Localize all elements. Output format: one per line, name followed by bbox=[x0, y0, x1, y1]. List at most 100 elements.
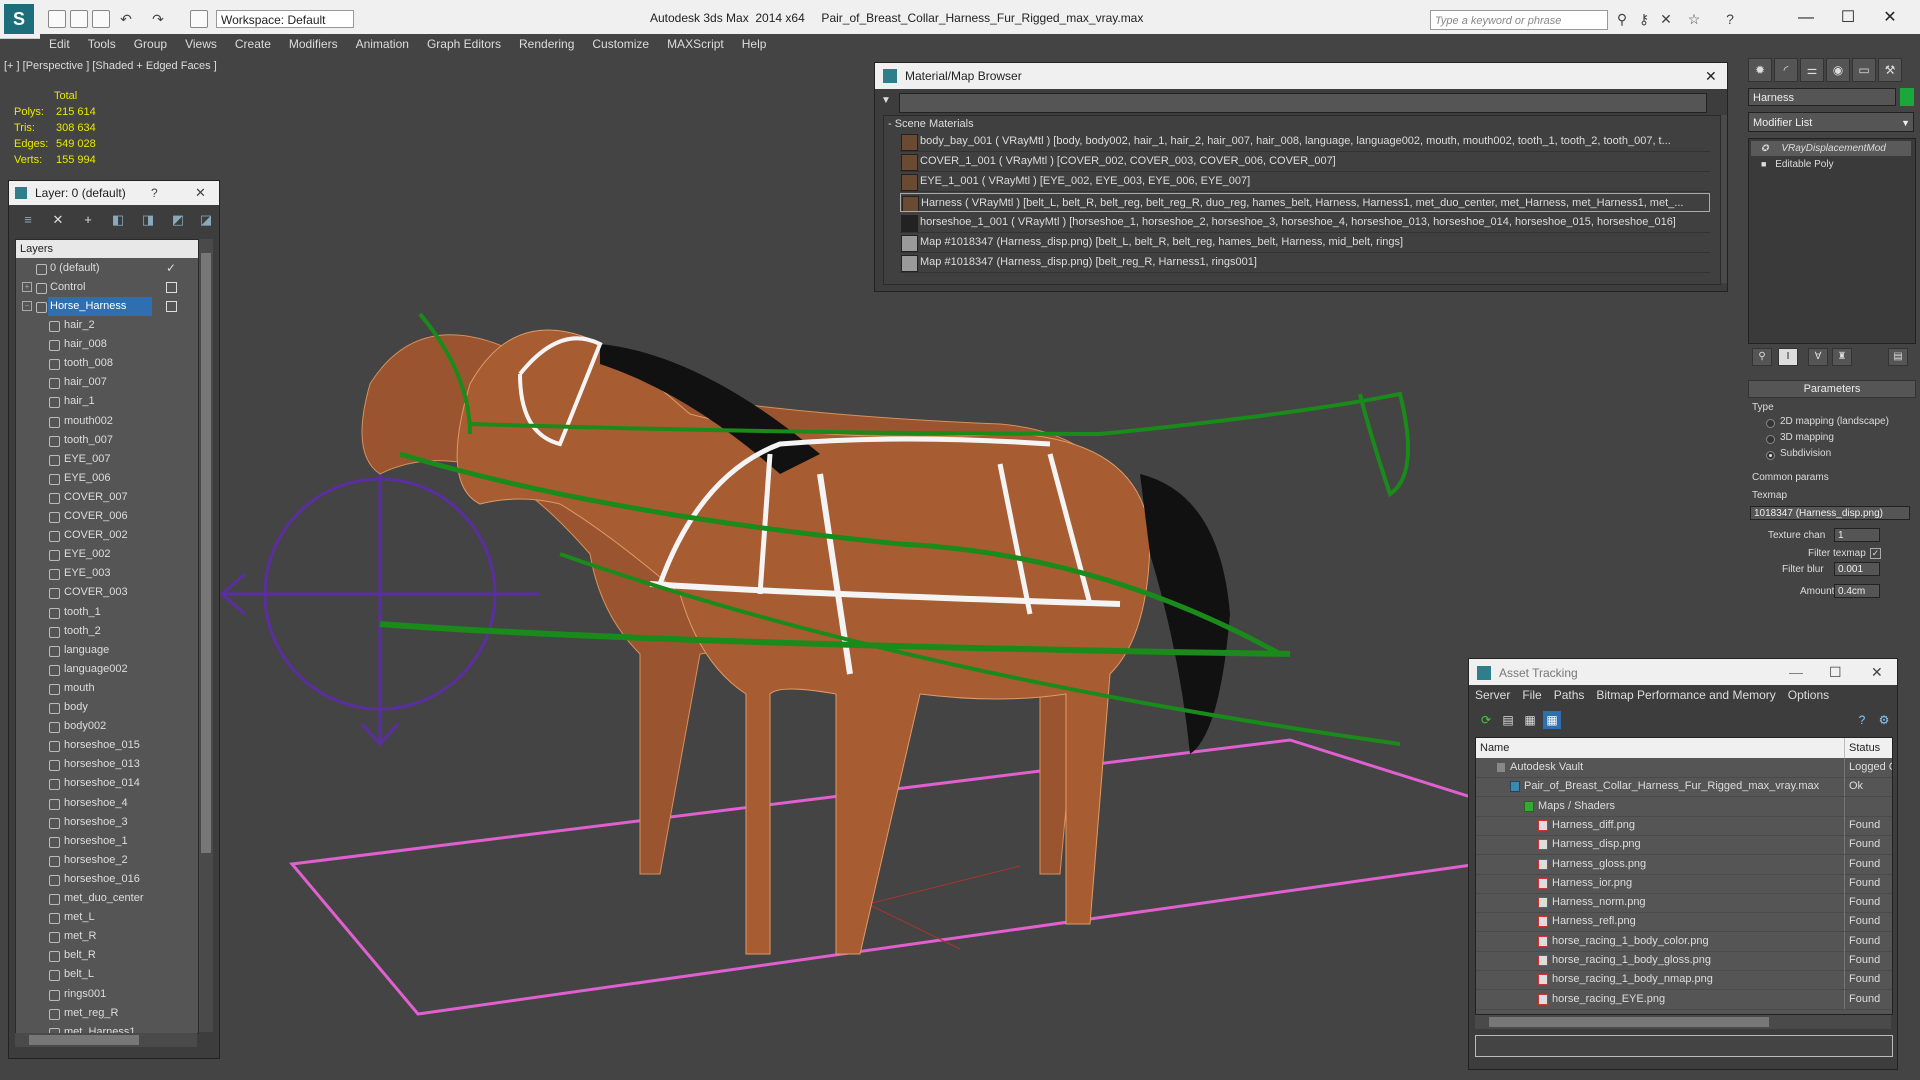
project-folder-icon[interactable] bbox=[190, 10, 208, 28]
layer-object-row[interactable]: EYE_007 bbox=[16, 450, 198, 469]
asset-menu-server[interactable]: Server bbox=[1469, 685, 1516, 705]
layer-object-row[interactable]: tooth_2 bbox=[16, 622, 198, 641]
material-search-input[interactable] bbox=[899, 93, 1707, 113]
app-logo-icon[interactable]: S bbox=[4, 4, 34, 34]
layer-active-box[interactable] bbox=[166, 282, 177, 293]
maximize-button[interactable]: ☐ bbox=[1828, 6, 1868, 30]
layer-row-horse-harness[interactable]: − Horse_Harness bbox=[16, 297, 198, 316]
layer-active-box[interactable] bbox=[166, 301, 177, 312]
column-name[interactable]: Name bbox=[1480, 738, 1509, 758]
object-name-field[interactable]: Harness bbox=[1748, 88, 1896, 106]
material-row[interactable]: Map #1018347 (Harness_disp.png) [belt_re… bbox=[900, 253, 1710, 274]
create-tab-icon[interactable]: ✹ bbox=[1748, 58, 1772, 82]
layer-object-row[interactable]: EYE_002 bbox=[16, 545, 198, 564]
asset-row[interactable]: Autodesk Vault Logged Out bbox=[1476, 758, 1892, 778]
minimize-button[interactable]: — bbox=[1786, 6, 1826, 30]
filter-texmap-checkbox[interactable]: ✓ bbox=[1870, 548, 1881, 559]
layer-object-row[interactable]: met_L bbox=[16, 908, 198, 927]
layer-object-row[interactable]: hair_1 bbox=[16, 392, 198, 411]
remove-modifier-icon[interactable]: ♜ bbox=[1832, 348, 1852, 366]
favorites-icon[interactable]: ☆ bbox=[1686, 11, 1702, 27]
scrollbar-thumb[interactable] bbox=[1489, 1017, 1769, 1027]
asset-row[interactable]: horse_racing_1_body_nmap.png Found bbox=[1476, 970, 1892, 991]
layer-object-row[interactable]: body bbox=[16, 698, 198, 717]
filter-blur-spinner[interactable]: 0.001 bbox=[1834, 562, 1880, 576]
undo-icon[interactable]: ↶ bbox=[118, 11, 134, 27]
asset-row[interactable]: Pair_of_Breast_Collar_Harness_Fur_Rigged… bbox=[1476, 777, 1892, 798]
close-button[interactable]: ✕ bbox=[1870, 6, 1910, 30]
layer-object-row[interactable]: met_R bbox=[16, 927, 198, 946]
asset-row[interactable]: Harness_ior.png Found bbox=[1476, 873, 1892, 894]
menu-help[interactable]: Help bbox=[733, 34, 776, 54]
add-to-layer-icon[interactable]: + bbox=[79, 211, 97, 229]
layer-object-row[interactable]: met_duo_center bbox=[16, 889, 198, 908]
texmap-button[interactable]: 1018347 (Harness_disp.png) bbox=[1750, 506, 1910, 520]
asset-row[interactable]: horse_racing_1_body_color.png Found bbox=[1476, 931, 1892, 952]
asset-close-button[interactable]: ✕ bbox=[1871, 664, 1883, 681]
menu-tools[interactable]: Tools bbox=[79, 34, 125, 54]
help-icon[interactable]: ? bbox=[1722, 11, 1738, 27]
asset-row[interactable]: Harness_refl.png Found bbox=[1476, 912, 1892, 933]
browser-options-icon[interactable]: ▼ bbox=[881, 95, 891, 106]
layer-object-row[interactable]: met_reg_R bbox=[16, 1004, 198, 1023]
layer-object-row[interactable]: horseshoe_4 bbox=[16, 794, 198, 813]
asset-tracking-header[interactable]: Asset Tracking — ☐ ✕ bbox=[1469, 659, 1897, 685]
asset-row[interactable]: horse_racing_1_body_gloss.png Found bbox=[1476, 951, 1892, 971]
layer-object-row[interactable]: horseshoe_2 bbox=[16, 851, 198, 870]
layers-vertical-scrollbar[interactable] bbox=[199, 239, 213, 1032]
asset-row[interactable]: horse_racing_EYE.png Found bbox=[1476, 989, 1892, 1010]
new-layer-icon[interactable]: ≡ bbox=[19, 211, 37, 229]
select-objects-icon[interactable]: ◧ bbox=[109, 211, 127, 229]
modify-tab-icon[interactable]: ◜ bbox=[1774, 58, 1798, 82]
menu-maxscript[interactable]: MAXScript bbox=[658, 34, 733, 54]
asset-menu-bitmap-performance[interactable]: Bitmap Performance and Memory bbox=[1590, 685, 1781, 705]
save-file-icon[interactable] bbox=[92, 10, 110, 28]
layer-object-row[interactable]: tooth_1 bbox=[16, 603, 198, 622]
layer-object-row[interactable]: mouth bbox=[16, 679, 198, 698]
asset-menu-file[interactable]: File bbox=[1516, 685, 1547, 705]
layer-object-row[interactable]: horseshoe_3 bbox=[16, 813, 198, 832]
asset-row[interactable]: Harness_gloss.png Found bbox=[1476, 854, 1892, 875]
layer-object-row[interactable]: COVER_003 bbox=[16, 583, 198, 602]
asset-settings-icon[interactable]: ⚙ bbox=[1875, 711, 1893, 729]
texture-chan-spinner[interactable]: 1 bbox=[1834, 528, 1880, 542]
freeze-all-icon[interactable]: ◪ bbox=[197, 211, 215, 229]
asset-help-icon[interactable]: ? bbox=[1853, 711, 1871, 729]
layer-object-row[interactable]: tooth_008 bbox=[16, 354, 198, 373]
collapse-icon[interactable]: − bbox=[22, 301, 32, 311]
asset-maximize-button[interactable]: ☐ bbox=[1829, 664, 1842, 681]
layer-object-row[interactable]: language bbox=[16, 641, 198, 660]
redo-icon[interactable]: ↷ bbox=[150, 11, 166, 27]
layer-panel-header[interactable]: Layer: 0 (default) ? ✕ bbox=[9, 181, 219, 205]
material-row[interactable]: Map #1018347 (Harness_disp.png) [belt_L,… bbox=[900, 233, 1710, 253]
hierarchy-tab-icon[interactable]: ⚌ bbox=[1800, 58, 1824, 82]
layer-help-button[interactable]: ? bbox=[151, 186, 158, 200]
make-unique-icon[interactable]: ∀ bbox=[1808, 348, 1828, 366]
layer-object-row[interactable]: body002 bbox=[16, 717, 198, 736]
scene-materials-title[interactable]: - Scene Materials bbox=[888, 118, 974, 130]
scrollbar-thumb[interactable] bbox=[29, 1035, 139, 1045]
scrollbar-thumb[interactable] bbox=[201, 253, 211, 853]
asset-minimize-button[interactable]: — bbox=[1789, 664, 1803, 680]
thumbnail-view-icon[interactable]: ▦ bbox=[1521, 711, 1539, 729]
active-layer-check-icon[interactable]: ✓ bbox=[166, 259, 176, 278]
binoculars-icon[interactable]: ⚲ bbox=[1614, 11, 1630, 27]
workspace-dropdown[interactable]: Workspace: Default bbox=[216, 10, 354, 28]
expand-icon[interactable]: + bbox=[22, 282, 32, 292]
layer-object-row[interactable]: COVER_002 bbox=[16, 526, 198, 545]
layer-object-row[interactable]: horseshoe_013 bbox=[16, 755, 198, 774]
radio-3d-mapping[interactable] bbox=[1766, 435, 1775, 444]
asset-table[interactable]: Name Status Autodesk Vault Logged Out Pair… bbox=[1475, 737, 1893, 1015]
table-view-icon[interactable]: ▦ bbox=[1543, 711, 1561, 729]
layer-row-default[interactable]: 0 (default) ✓ bbox=[16, 259, 198, 278]
viewport-label[interactable]: [+ ] [Perspective ] [Shaded + Edged Face… bbox=[4, 60, 217, 72]
configure-sets-icon[interactable]: ▤ bbox=[1888, 348, 1908, 366]
layer-object-row[interactable]: hair_007 bbox=[16, 373, 198, 392]
list-view-icon[interactable]: ▤ bbox=[1499, 711, 1517, 729]
material-row[interactable]: horseshoe_1_001 ( VRayMtl ) [horseshoe_1… bbox=[900, 213, 1710, 233]
material-scrollbar[interactable] bbox=[1721, 115, 1727, 283]
layer-object-row[interactable]: COVER_006 bbox=[16, 507, 198, 526]
layer-object-row[interactable]: rings001 bbox=[16, 985, 198, 1004]
amount-spinner[interactable]: 0.4cm bbox=[1834, 584, 1880, 598]
object-color-swatch[interactable] bbox=[1900, 88, 1914, 106]
